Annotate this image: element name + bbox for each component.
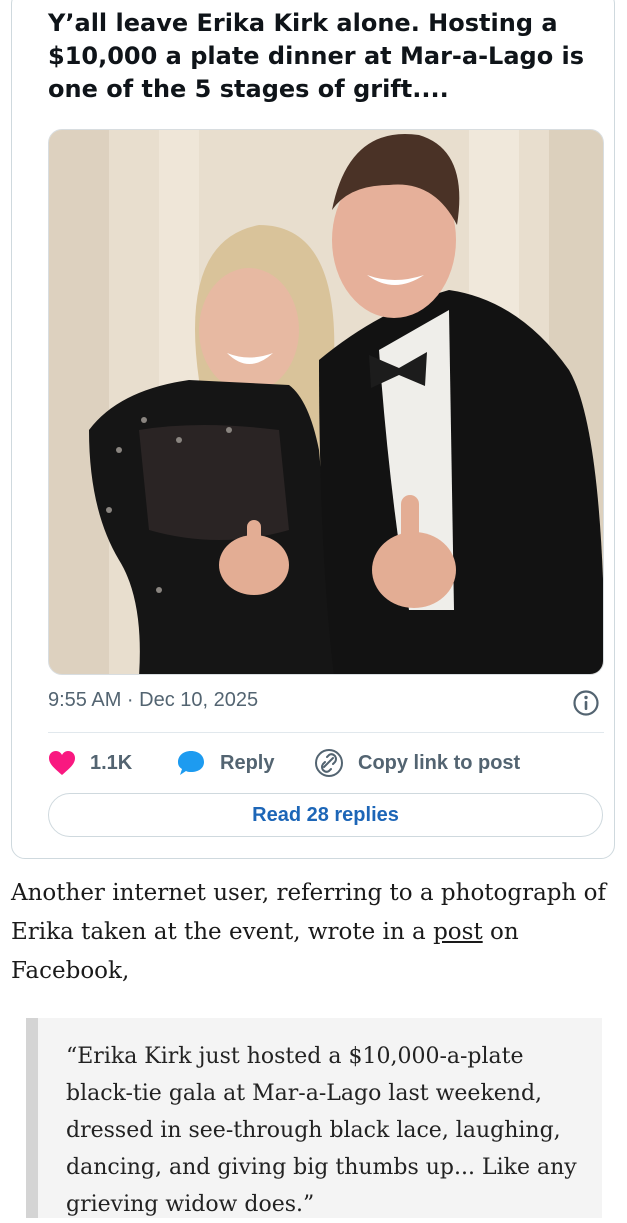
tweet-timestamp[interactable]: 9:55 AM · Dec 10, 2025	[48, 689, 258, 712]
copy-link-label: Copy link to post	[358, 751, 521, 774]
link-icon	[315, 749, 343, 777]
article-paragraph: Another internet user, referring to a ph…	[11, 874, 611, 991]
tweet-text: Y’all leave Erika Kirk alone. Hosting a …	[48, 9, 585, 103]
tweet-photo-image	[49, 130, 603, 674]
reply-label: Reply	[220, 751, 275, 774]
facebook-post-link[interactable]: post	[433, 919, 483, 945]
blockquote: “Erika Kirk just hosted a $10,000-a-plat…	[26, 1018, 602, 1218]
tweet-photo[interactable]	[48, 129, 604, 675]
read-replies-button[interactable]: Read 28 replies	[48, 793, 603, 837]
like-count: 1.1K	[90, 751, 133, 774]
divider	[48, 732, 604, 733]
info-icon[interactable]	[572, 689, 600, 717]
copy-link-button[interactable]: Copy link to post	[314, 746, 520, 780]
embedded-tweet-card: Y’all leave Erika Kirk alone. Hosting a …	[11, 0, 615, 859]
quote-text: “Erika Kirk just hosted a $10,000-a-plat…	[66, 1044, 577, 1217]
tweet-actions: 1.1K Reply Copy link to post	[48, 746, 604, 780]
reply-bubble-icon	[178, 751, 204, 775]
reply-button[interactable]: Reply	[176, 746, 274, 780]
heart-icon	[49, 751, 75, 775]
like-button[interactable]: 1.1K	[48, 746, 132, 780]
